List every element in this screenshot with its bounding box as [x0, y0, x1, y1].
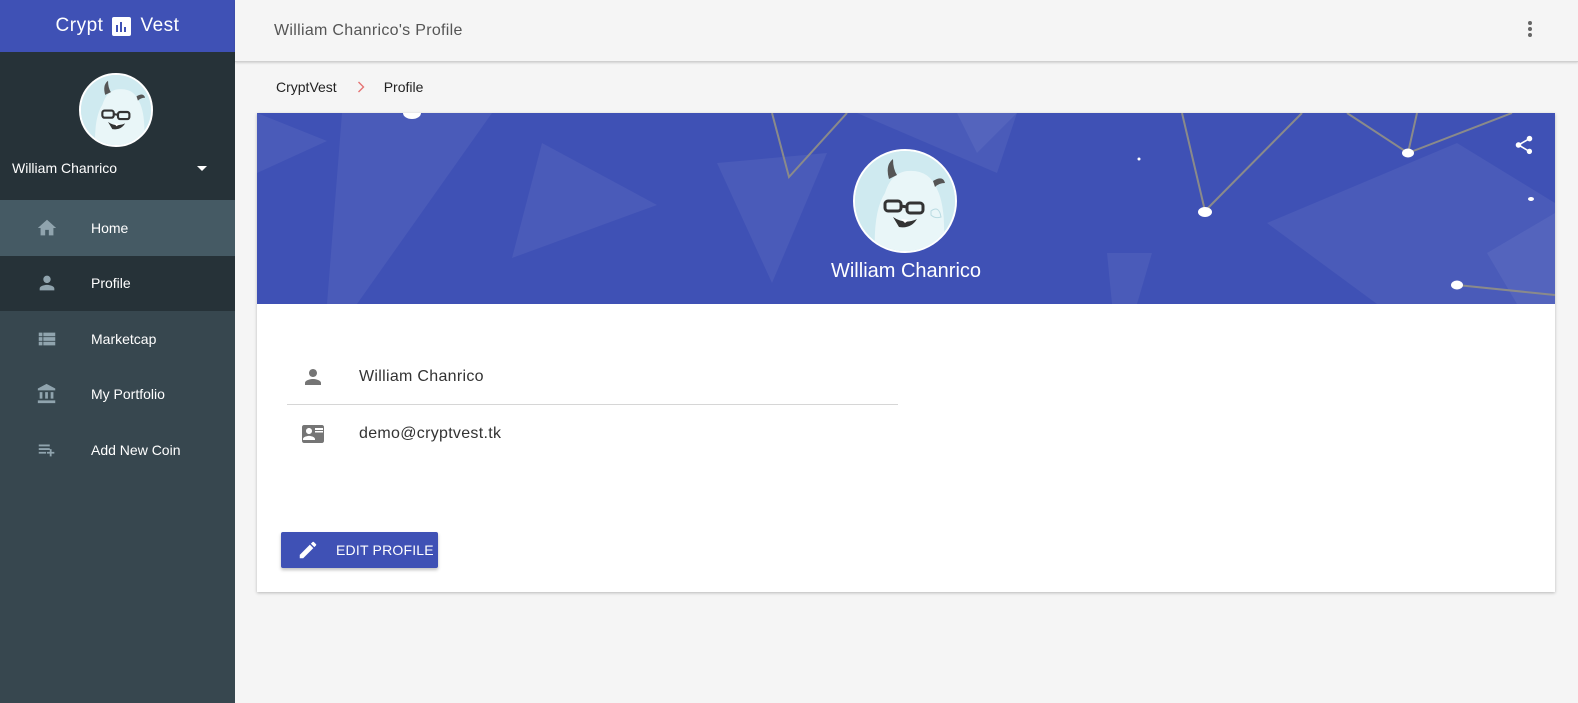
breadcrumb-item-home[interactable]: CryptVest	[276, 79, 337, 95]
list-icon	[38, 332, 56, 346]
playlist-add-icon	[38, 444, 55, 457]
sidebar-item-my-portfolio[interactable]: My Portfolio	[0, 367, 235, 423]
profile-name-value: William Chanrico	[359, 367, 484, 385]
profile-name-row: William Chanrico	[287, 349, 898, 405]
user-panel: William Chanrico	[0, 52, 235, 200]
caret-down-icon[interactable]	[197, 166, 207, 171]
sidebar: Crypt Vest William Chanrico Home Profile…	[0, 0, 235, 703]
bar-chart-icon	[112, 16, 132, 36]
profile-avatar	[853, 149, 957, 253]
sidebar-item-label: My Portfolio	[91, 386, 165, 403]
sidebar-item-label: Marketcap	[91, 330, 157, 347]
user-avatar	[79, 73, 153, 147]
page-title: William Chanrico's Profile	[274, 22, 463, 39]
sidebar-username[interactable]: William Chanrico	[12, 160, 117, 176]
brand-logo[interactable]: Crypt Vest	[0, 0, 235, 52]
pencil-icon	[299, 541, 317, 559]
sidebar-item-home[interactable]: Home	[0, 200, 235, 256]
breadcrumb: CryptVest Profile	[276, 79, 423, 95]
chevron-right-icon	[357, 81, 365, 93]
breadcrumb-item-current: Profile	[383, 79, 424, 95]
sidebar-item-label: Home	[91, 219, 129, 236]
person-icon	[39, 275, 55, 291]
more-vert-icon[interactable]	[1526, 19, 1534, 39]
sidebar-item-label: Profile	[91, 275, 131, 292]
sidebar-item-marketcap[interactable]: Marketcap	[0, 311, 235, 367]
profile-email-row: demo@cryptvest.tk	[287, 406, 898, 462]
share-icon[interactable]	[1513, 134, 1535, 156]
edit-profile-label: EDIT PROFILE	[336, 542, 434, 558]
home-icon	[37, 219, 57, 236]
sidebar-item-profile[interactable]: Profile	[0, 255, 235, 311]
sidebar-item-add-new-coin[interactable]: Add New Coin	[0, 422, 235, 478]
edit-profile-button[interactable]: EDIT PROFILE	[281, 532, 438, 568]
top-bar: William Chanrico's Profile	[235, 0, 1578, 62]
contact-mail-icon	[302, 425, 324, 443]
brand-name-left: Crypt	[55, 15, 104, 36]
profile-email-value: demo@cryptvest.tk	[359, 425, 502, 442]
brand-name-right: Vest	[140, 15, 180, 36]
person-icon	[305, 368, 321, 385]
sidebar-item-label: Add New Coin	[91, 441, 181, 458]
profile-banner: William Chanrico	[257, 113, 1555, 304]
bank-icon	[37, 384, 56, 404]
yeti-avatar	[81, 75, 151, 145]
yeti-avatar	[855, 151, 955, 251]
profile-banner-name: William Chanrico	[830, 260, 982, 282]
profile-card: William Chanrico William Chanrico demo@c…	[257, 113, 1555, 592]
